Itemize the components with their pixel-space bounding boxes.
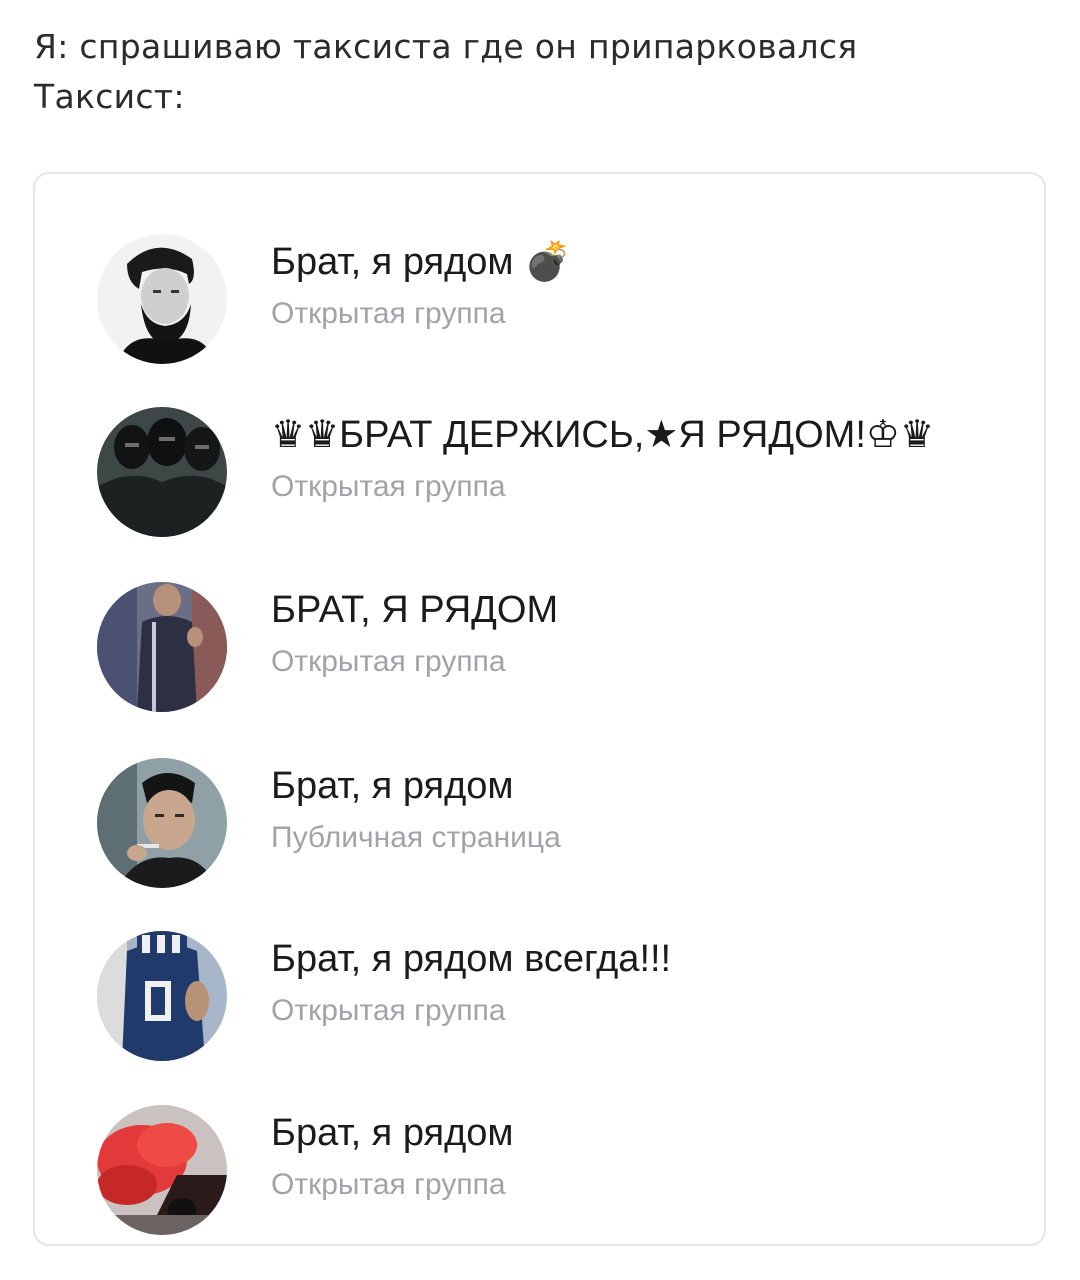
man-in-jersey-avatar[interactable] <box>97 931 227 1061</box>
group-title[interactable]: Брат, я рядом <box>271 760 1014 812</box>
man-in-tracksuit-avatar[interactable] <box>97 582 227 712</box>
group-item[interactable]: Брат, я рядом Публичная страница <box>35 754 1044 894</box>
caption-line-1: Я: спрашиваю таксиста где он припарковал… <box>34 27 858 66</box>
group-item[interactable]: Брат, я рядом 💣 Открытая группа <box>35 230 1044 370</box>
bearded-man-avatar[interactable] <box>97 234 227 364</box>
group-item[interactable]: Брат, я рядом Открытая группа <box>35 1101 1044 1241</box>
smoking-man-avatar[interactable] <box>97 758 227 888</box>
caption-line-2: Таксист: <box>34 77 185 116</box>
group-type-label: Открытая группа <box>271 1168 506 1201</box>
group-type-label: Открытая группа <box>271 645 506 678</box>
group-title[interactable]: Брат, я рядом 💣 <box>271 236 1014 288</box>
group-type-label: Открытая группа <box>271 470 506 503</box>
group-title[interactable]: Брат, я рядом <box>271 1107 1014 1159</box>
red-smoke-car-avatar[interactable] <box>97 1105 227 1235</box>
group-title[interactable]: БРАТ, Я РЯДОМ <box>271 584 1014 636</box>
group-type-label: Публичная страница <box>271 821 561 854</box>
group-item[interactable]: ♛♛БРАТ ДЕРЖИСЬ,★Я РЯДОМ!♔♛ Открытая груп… <box>35 403 1044 543</box>
group-type-label: Открытая группа <box>271 297 506 330</box>
group-title[interactable]: Брат, я рядом всегда!!! <box>271 933 1014 985</box>
group-item[interactable]: БРАТ, Я РЯДОМ Открытая группа <box>35 578 1044 718</box>
caption: Я: спрашиваю таксиста где он припарковал… <box>34 22 1044 122</box>
group-list-card: Брат, я рядом 💣 Открытая группа ♛♛БРАТ Д… <box>33 172 1046 1246</box>
group-type-label: Открытая группа <box>271 994 506 1027</box>
group-title[interactable]: ♛♛БРАТ ДЕРЖИСЬ,★Я РЯДОМ!♔♛ <box>271 409 1014 461</box>
masked-men-avatar[interactable] <box>97 407 227 537</box>
group-item[interactable]: Брат, я рядом всегда!!! Открытая группа <box>35 927 1044 1067</box>
